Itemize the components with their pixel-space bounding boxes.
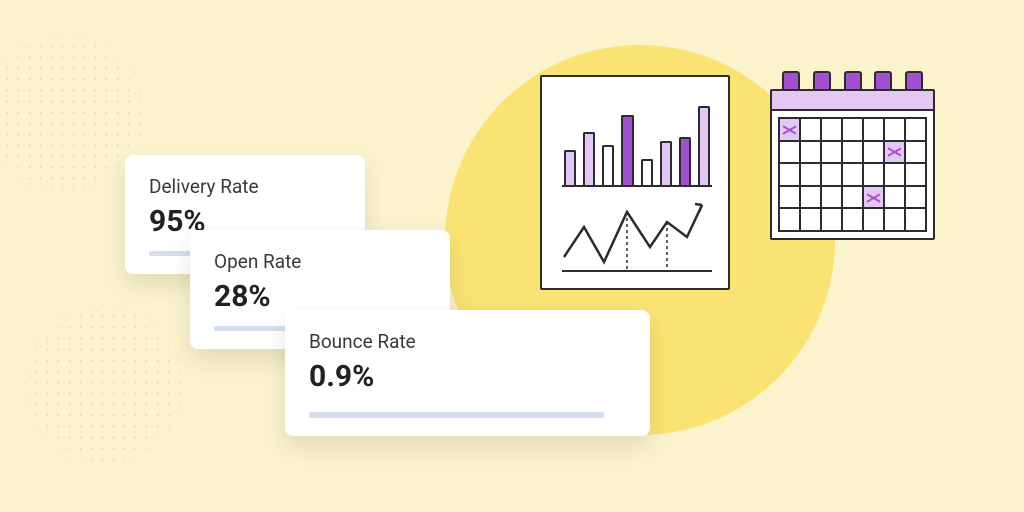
chart-bar bbox=[641, 159, 653, 185]
calendar-cell bbox=[884, 118, 905, 141]
calendar-cell bbox=[884, 163, 905, 186]
calendar-cell bbox=[779, 118, 800, 141]
calendar-cell bbox=[800, 186, 821, 209]
metric-label: Open Rate bbox=[214, 250, 426, 273]
calendar-cell bbox=[863, 118, 884, 141]
metric-value: 0.9% bbox=[309, 359, 626, 394]
calendar-cell bbox=[800, 208, 821, 231]
chart-bar bbox=[679, 137, 691, 185]
calendar-cell bbox=[842, 208, 863, 231]
chart-bar bbox=[602, 145, 614, 185]
calendar-cell bbox=[905, 118, 926, 141]
calendar-cell bbox=[821, 208, 842, 231]
calendar-body bbox=[770, 89, 935, 240]
calendar-cell bbox=[863, 141, 884, 164]
calendar-grid bbox=[778, 117, 927, 232]
chart-bar bbox=[621, 115, 633, 185]
calendar-cell bbox=[863, 186, 884, 209]
calendar-cell bbox=[842, 141, 863, 164]
calendar-cell bbox=[821, 163, 842, 186]
metric-label: Bounce Rate bbox=[309, 330, 626, 353]
trend-line-icon bbox=[564, 205, 702, 262]
calendar-cell bbox=[842, 118, 863, 141]
calendar-cell bbox=[800, 163, 821, 186]
calendar-cell bbox=[905, 141, 926, 164]
calendar-cell bbox=[863, 163, 884, 186]
chart-bar bbox=[583, 132, 595, 185]
analytics-report-illustration bbox=[540, 75, 730, 290]
calendar-cell bbox=[779, 163, 800, 186]
calendar-cell bbox=[842, 186, 863, 209]
calendar-cell bbox=[779, 141, 800, 164]
calendar-cell bbox=[821, 186, 842, 209]
calendar-illustration bbox=[770, 75, 935, 240]
calendar-cell bbox=[779, 208, 800, 231]
calendar-cell bbox=[800, 118, 821, 141]
calendar-header-strip bbox=[772, 91, 933, 111]
calendar-cell bbox=[905, 163, 926, 186]
metric-card-bounce-rate: Bounce Rate 0.9% bbox=[285, 310, 650, 436]
decorative-dots-bottom-left bbox=[20, 300, 190, 470]
calendar-cell bbox=[842, 163, 863, 186]
metric-label: Delivery Rate bbox=[149, 175, 341, 198]
chart-bar bbox=[698, 106, 710, 185]
calendar-cell bbox=[821, 141, 842, 164]
calendar-cell bbox=[884, 141, 905, 164]
calendar-cell bbox=[821, 118, 842, 141]
calendar-cell bbox=[863, 208, 884, 231]
calendar-binding-tabs bbox=[782, 71, 923, 91]
calendar-cell bbox=[779, 186, 800, 209]
chart-bar bbox=[660, 141, 672, 185]
line-chart-icon bbox=[562, 197, 712, 272]
calendar-cell bbox=[905, 208, 926, 231]
arrow-up-right-icon bbox=[695, 204, 702, 212]
bar-chart-icon bbox=[562, 97, 712, 187]
calendar-cell bbox=[884, 208, 905, 231]
metric-value: 28% bbox=[214, 279, 426, 314]
calendar-cell bbox=[800, 141, 821, 164]
calendar-cell bbox=[905, 186, 926, 209]
calendar-cell bbox=[884, 186, 905, 209]
chart-bar bbox=[564, 150, 576, 185]
metric-progress-bar bbox=[309, 412, 604, 418]
